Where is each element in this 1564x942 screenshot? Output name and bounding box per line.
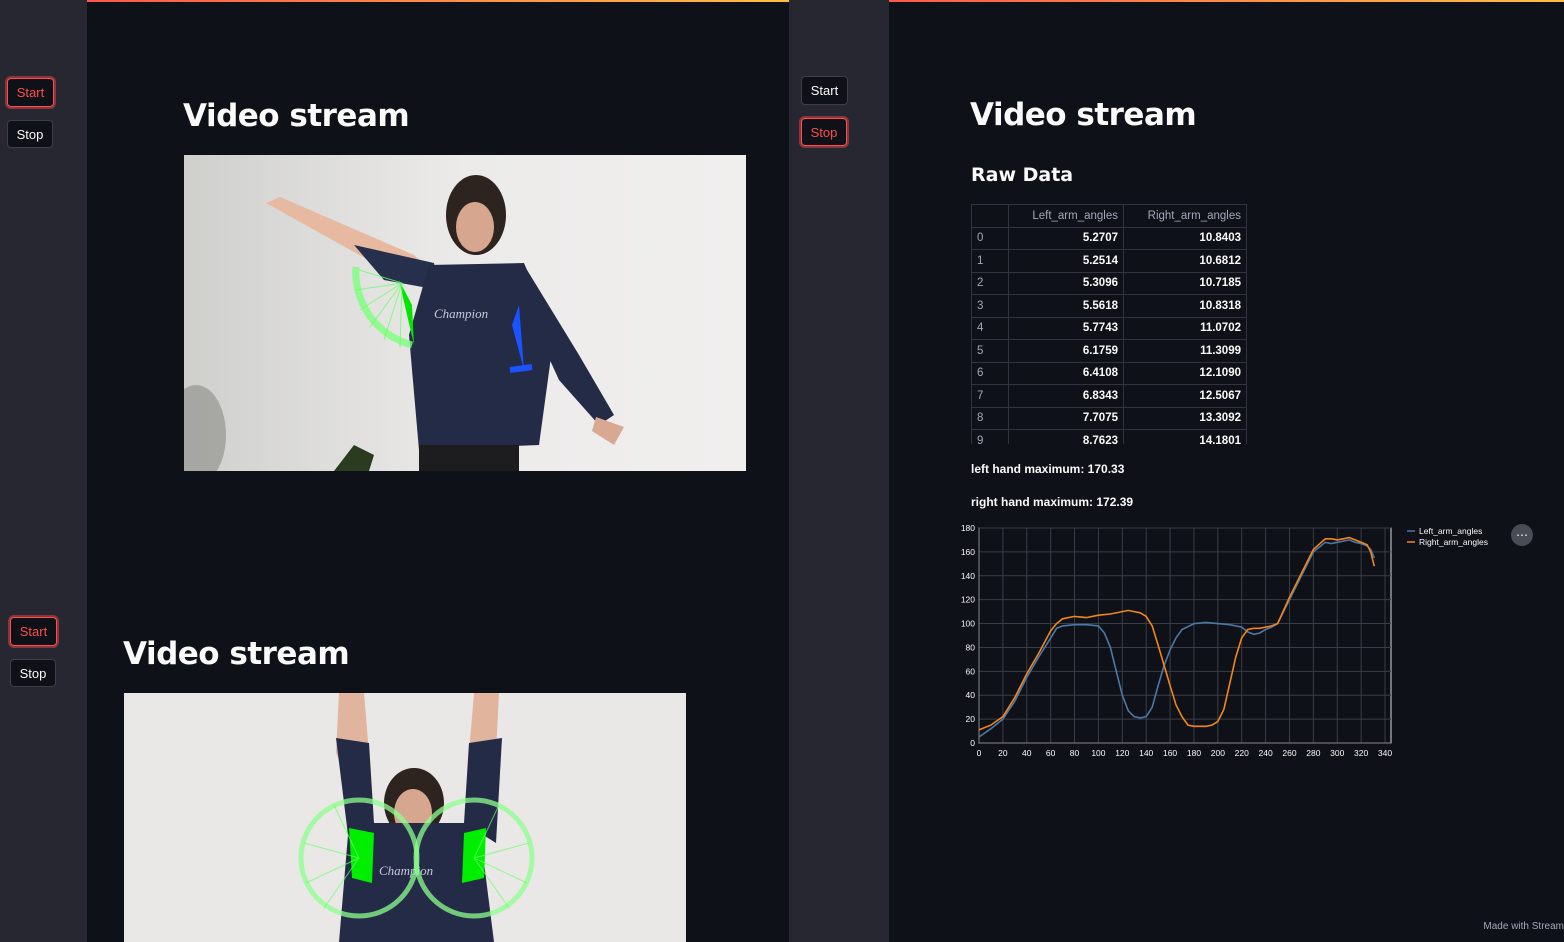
x-tick-label: 340 (1378, 748, 1392, 758)
x-tick-label: 80 (1070, 748, 1080, 758)
row-index[interactable]: 9 (971, 429, 1009, 444)
right-arm-cell[interactable]: 12.5067 (1123, 384, 1247, 408)
x-tick-label: 300 (1330, 748, 1344, 758)
start-button[interactable]: Start (801, 76, 848, 105)
x-tick-label: 60 (1046, 748, 1056, 758)
x-tick-label: 240 (1259, 748, 1273, 758)
row-index[interactable]: 2 (971, 271, 1009, 295)
left-max-text: left hand maximum: 170.33 (971, 462, 1125, 476)
plot-area[interactable] (978, 527, 1392, 744)
right-arm-cell[interactable]: 10.7185 (1123, 271, 1247, 295)
left-arm-cell[interactable]: 6.4108 (1008, 361, 1124, 385)
table-row[interactable]: 0 5.2707 10.8403 (971, 226, 1247, 250)
table-header-right-arm[interactable]: Right_arm_angles (1123, 204, 1247, 228)
x-tick-label: 180 (1187, 748, 1201, 758)
left-arm-cell[interactable]: 5.7743 (1008, 316, 1124, 340)
row-index[interactable]: 7 (971, 384, 1009, 408)
more-icon: ⋯ (1516, 528, 1528, 542)
x-tick-label: 0 (977, 748, 982, 758)
right-arm-cell[interactable]: 10.6812 (1123, 249, 1247, 273)
left-arm-cell[interactable]: 5.2707 (1008, 226, 1124, 250)
row-index[interactable]: 3 (971, 294, 1009, 318)
chart-menu-button[interactable]: ⋯ (1511, 524, 1533, 546)
right-arm-cell[interactable]: 13.3092 (1123, 406, 1247, 430)
table-row[interactable]: 9 8.7623 14.1801 (971, 429, 1247, 444)
video-frame: Champion (184, 155, 746, 471)
left-arm-cell[interactable]: 5.5618 (1008, 294, 1124, 318)
table-row[interactable]: 8 7.7075 13.3092 (971, 406, 1247, 430)
y-tick-label: 0 (970, 738, 975, 748)
y-tick-label: 140 (961, 571, 975, 581)
right-arm-cell[interactable]: 12.1090 (1123, 361, 1247, 385)
y-tick-label: 120 (961, 595, 975, 605)
x-tick-label: 140 (1139, 748, 1153, 758)
raw-data-table[interactable]: Left_arm_angles Right_arm_angles 0 5.2707… (971, 204, 1249, 444)
left-arm-cell[interactable]: 6.8343 (1008, 384, 1124, 408)
line-chart[interactable]: 0 20 40 60 80 100 120 140 160 180 200 220 240 260 280 3… (959, 520, 1549, 765)
top-decoration-bar (789, 0, 1564, 2)
row-index[interactable]: 6 (971, 361, 1009, 385)
table-row[interactable]: 3 5.5618 10.8318 (971, 294, 1247, 318)
footer[interactable]: Made with Stream (1483, 921, 1564, 932)
right-window: Start Stop Video stream Raw Data Left_ar… (789, 0, 1564, 942)
right-arm-cell[interactable]: 10.8318 (1123, 294, 1247, 318)
y-tick-label: 20 (966, 714, 976, 724)
right-arm-cell[interactable]: 11.3099 (1123, 339, 1247, 363)
y-tick-label: 160 (961, 547, 975, 557)
svg-text:Champion: Champion (379, 863, 433, 878)
right-arm-cell[interactable]: 10.8403 (1123, 226, 1247, 250)
legend-entry[interactable]: Right_arm_angles (1419, 537, 1488, 547)
y-tick-label: 60 (966, 666, 976, 676)
row-index[interactable]: 0 (971, 226, 1009, 250)
right-max-text: right hand maximum: 172.39 (971, 495, 1134, 509)
video-frame: Champion (124, 693, 686, 942)
x-tick-label: 260 (1282, 748, 1296, 758)
x-tick-label: 160 (1163, 748, 1177, 758)
left-arm-cell[interactable]: 5.2514 (1008, 249, 1124, 273)
table-row[interactable]: 4 5.7743 11.0702 (971, 316, 1247, 340)
x-tick-label: 40 (1022, 748, 1032, 758)
left-arm-cell[interactable]: 8.7623 (1008, 429, 1124, 444)
table-header-index[interactable] (971, 204, 1009, 228)
start-button[interactable]: Start (7, 78, 54, 107)
table-row[interactable]: 7 6.8343 12.5067 (971, 384, 1247, 408)
legend-entry[interactable]: Left_arm_angles (1419, 526, 1482, 536)
top-decoration-bar (0, 0, 789, 2)
table-header-left-arm[interactable]: Left_arm_angles (1008, 204, 1124, 228)
y-tick-label: 180 (961, 523, 975, 533)
stop-button[interactable]: Stop (7, 120, 53, 148)
row-index[interactable]: 1 (971, 249, 1009, 273)
x-tick-label: 200 (1211, 748, 1225, 758)
section-heading: Raw Data (971, 164, 1074, 186)
x-tick-label: 20 (998, 748, 1008, 758)
x-tick-label: 120 (1115, 748, 1129, 758)
table-row[interactable]: 5 6.1759 11.3099 (971, 339, 1247, 363)
y-tick-label: 80 (966, 642, 976, 652)
row-index[interactable]: 5 (971, 339, 1009, 363)
left-window: Start Stop Video stream Champion Start S… (0, 0, 789, 942)
svg-text:Champion: Champion (434, 306, 488, 321)
x-tick-label: 320 (1354, 748, 1368, 758)
x-tick-label: 100 (1091, 748, 1105, 758)
x-tick-label: 220 (1235, 748, 1249, 758)
row-index[interactable]: 4 (971, 316, 1009, 340)
table-row[interactable]: 1 5.2514 10.6812 (971, 249, 1247, 273)
stop-button[interactable]: Stop (801, 118, 847, 146)
y-tick-label: 100 (961, 619, 975, 629)
stop-button[interactable]: Stop (10, 659, 56, 687)
table-row[interactable]: 2 5.3096 10.7185 (971, 271, 1247, 295)
start-button[interactable]: Start (10, 617, 57, 646)
left-arm-cell[interactable]: 5.3096 (1008, 271, 1124, 295)
y-tick-label: 40 (966, 690, 976, 700)
table-row[interactable]: 6 6.4108 12.1090 (971, 361, 1247, 385)
left-arm-cell[interactable]: 7.7075 (1008, 406, 1124, 430)
page-title: Video stream (123, 636, 350, 672)
page-title: Video stream (970, 97, 1197, 133)
left-arm-cell[interactable]: 6.1759 (1008, 339, 1124, 363)
page-title: Video stream (183, 98, 410, 134)
x-tick-label: 280 (1306, 748, 1320, 758)
right-arm-cell[interactable]: 14.1801 (1123, 429, 1247, 444)
row-index[interactable]: 8 (971, 406, 1009, 430)
right-arm-cell[interactable]: 11.0702 (1123, 316, 1247, 340)
